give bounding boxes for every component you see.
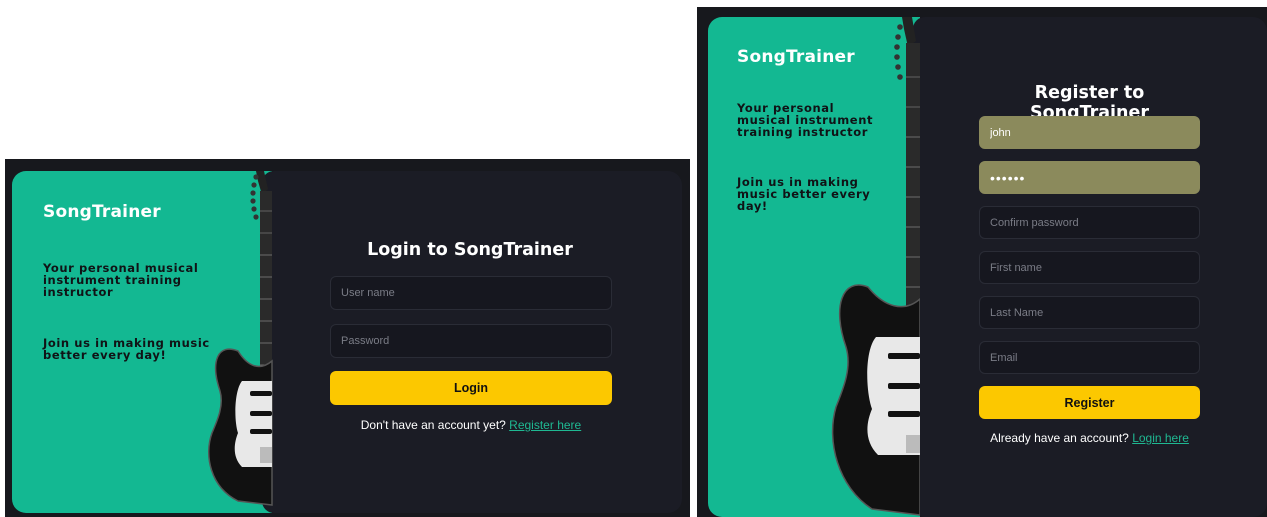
register-footer-text: Already have an account? — [990, 431, 1129, 445]
login-button[interactable]: Login — [330, 371, 612, 405]
login-link[interactable]: Login here — [1132, 431, 1189, 445]
register-button[interactable]: Register — [979, 386, 1200, 419]
login-tagline: Your personal musical instrument trainin… — [43, 261, 199, 299]
register-card: SongTrainer Your personal musical instru… — [708, 17, 1267, 517]
register-link[interactable]: Register here — [509, 418, 581, 432]
login-card: SongTrainer Your personal musical instru… — [12, 171, 682, 513]
register-footer: Already have an account? Login here — [969, 431, 1210, 445]
login-footer: Don't have an account yet? Register here — [330, 418, 612, 432]
confirm-password-input[interactable] — [979, 206, 1200, 239]
login-tagline-2: Join us in making music better every day… — [43, 336, 210, 362]
register-password-input[interactable] — [979, 161, 1200, 194]
email-input[interactable] — [979, 341, 1200, 374]
register-tagline-2: Join us in making music better every day… — [737, 175, 871, 213]
username-input[interactable] — [330, 276, 612, 310]
register-username-input[interactable] — [979, 116, 1200, 149]
register-tagline: Your personal musical instrument trainin… — [737, 101, 874, 139]
electric-guitar-icon — [831, 17, 920, 516]
last-name-input[interactable] — [979, 296, 1200, 329]
password-input[interactable] — [330, 324, 612, 358]
login-title: Login to SongTrainer — [367, 240, 573, 260]
login-footer-text: Don't have an account yet? — [360, 418, 506, 432]
login-brand: SongTrainer — [43, 202, 161, 222]
first-name-input[interactable] — [979, 251, 1200, 284]
register-brand: SongTrainer — [737, 47, 855, 67]
